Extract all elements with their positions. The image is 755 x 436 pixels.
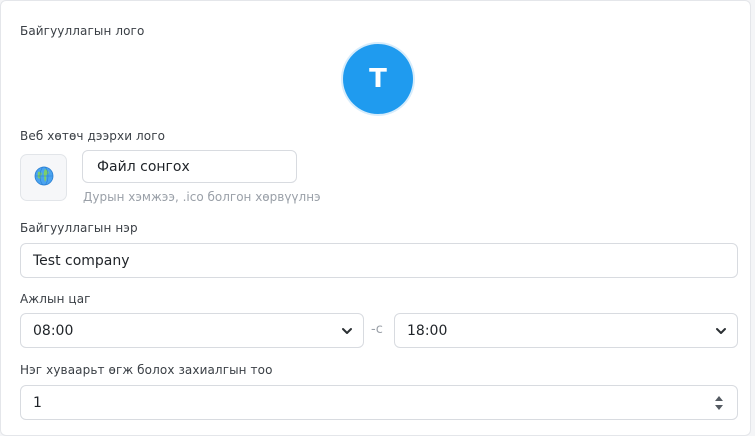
orders-per-slot-input[interactable]: 1 xyxy=(20,385,738,420)
favicon-label: Веб хөтөч дээрхи лого xyxy=(20,129,166,143)
start-time-select[interactable]: 08:00 xyxy=(20,313,364,348)
company-name-input[interactable]: Test company xyxy=(20,243,738,278)
orders-per-slot-label: Нэг хуваарьт өгж болох захиалгын тоо xyxy=(20,363,273,377)
working-hours-label: Ажлын цаг xyxy=(20,292,91,306)
company-name-value: Test company xyxy=(33,252,130,269)
start-time-value: 08:00 xyxy=(33,322,74,339)
globe-icon xyxy=(34,166,54,190)
chevron-down-icon xyxy=(716,328,726,334)
favicon-hint: Дурын хэмжээ, .ico болгон хөрвүүлнэ xyxy=(83,190,321,204)
chevron-down-icon xyxy=(342,328,352,334)
company-name-label: Байгууллагын нэр xyxy=(20,221,138,235)
number-stepper-icon[interactable] xyxy=(714,394,724,412)
end-time-select[interactable]: 18:00 xyxy=(394,313,738,348)
favicon-preview xyxy=(20,154,67,201)
orders-per-slot-value: 1 xyxy=(33,394,42,411)
end-time-value: 18:00 xyxy=(407,322,448,339)
choose-file-button[interactable]: Файл сонгох xyxy=(82,150,297,183)
company-logo-avatar[interactable]: T xyxy=(343,44,413,114)
settings-card: Байгууллагын лого T Веб хөтөч дээрхи лог… xyxy=(0,0,751,436)
logo-initial: T xyxy=(369,64,387,94)
time-separator: -с xyxy=(371,322,383,337)
logo-label: Байгууллагын лого xyxy=(20,24,145,38)
